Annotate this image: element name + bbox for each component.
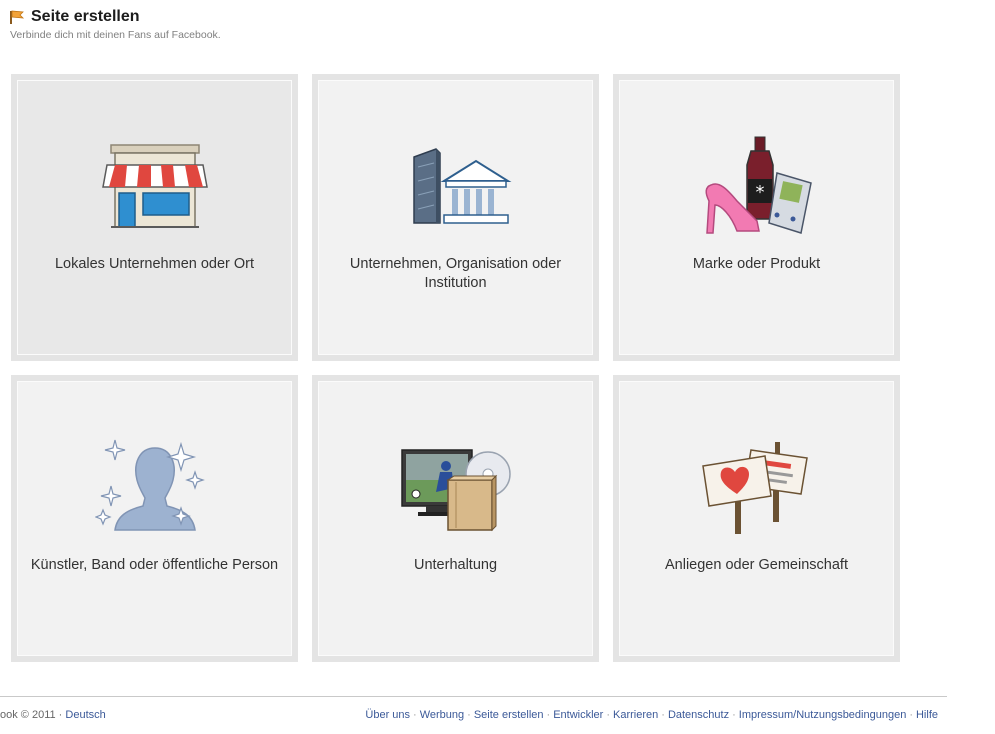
signs-icon: [701, 442, 808, 534]
category-tile-entertainment[interactable]: Unterhaltung: [312, 375, 599, 662]
svg-text:*: *: [755, 182, 764, 203]
buildings-icon: [412, 148, 511, 224]
category-tile-local-business[interactable]: Lokales Unternehmen oder Ort: [11, 74, 298, 361]
entertainment-icon: [400, 449, 511, 532]
separator: ·: [606, 709, 611, 721]
tile-label: Unterhaltung: [413, 557, 498, 573]
page-title: Seite erstellen: [31, 8, 140, 25]
separator: ·: [909, 709, 913, 721]
tile-label: Unternehmen, Organisation oder Instituti…: [349, 256, 562, 291]
storefront-icon: [101, 144, 208, 228]
footer-link-terms[interactable]: Impressum/Nutzungsbedingungen: [739, 709, 907, 721]
separator: ·: [413, 709, 417, 721]
tile-label: Lokales Unternehmen oder Ort: [54, 256, 255, 272]
footer-links: Über uns · Werbung · Seite erstellen · Entwick…: [365, 709, 938, 721]
category-tile-brand[interactable]: * Marke oder Produkt: [613, 74, 900, 361]
person-silhouette-icon: [94, 439, 205, 531]
separator: ·: [661, 709, 665, 721]
flag-icon: [10, 10, 25, 24]
category-tile-artist[interactable]: Künstler, Band oder öffentliche Person: [11, 375, 298, 662]
tile-label: Künstler, Band oder öffentliche Person: [30, 557, 279, 573]
category-tile-cause[interactable]: Anliegen oder Gemeinschaft: [613, 375, 900, 662]
footer-link-developers[interactable]: Entwickler: [553, 709, 603, 721]
footer-link-advertising[interactable]: Werbung: [420, 709, 464, 721]
footer-link-help[interactable]: Hilfe: [916, 709, 938, 721]
separator: ·: [546, 709, 551, 721]
products-icon: *: [705, 136, 812, 234]
footer-divider: [0, 696, 947, 697]
page-header: Seite erstellen Verbinde dich mit deinen…: [9, 8, 221, 41]
footer-link-create-page[interactable]: Seite erstellen: [474, 709, 544, 721]
tile-label: Marke oder Produkt: [692, 256, 821, 272]
footer-link-about[interactable]: Über uns: [365, 709, 410, 721]
language-link[interactable]: Deutsch: [65, 709, 105, 721]
footer-link-privacy[interactable]: Datenschutz: [668, 709, 729, 721]
tile-label: Anliegen oder Gemeinschaft: [665, 557, 848, 573]
category-tile-company[interactable]: Unternehmen, Organisation oder Instituti…: [312, 74, 599, 361]
footer-left: ook © 2011 · Deutsch: [0, 709, 106, 721]
separator: ·: [732, 709, 736, 721]
copyright: ook © 2011 ·: [0, 709, 63, 721]
footer-link-careers[interactable]: Karrieren: [613, 709, 658, 721]
separator: ·: [467, 709, 471, 721]
page-subtitle: Verbinde dich mit deinen Fans auf Facebo…: [10, 29, 221, 41]
